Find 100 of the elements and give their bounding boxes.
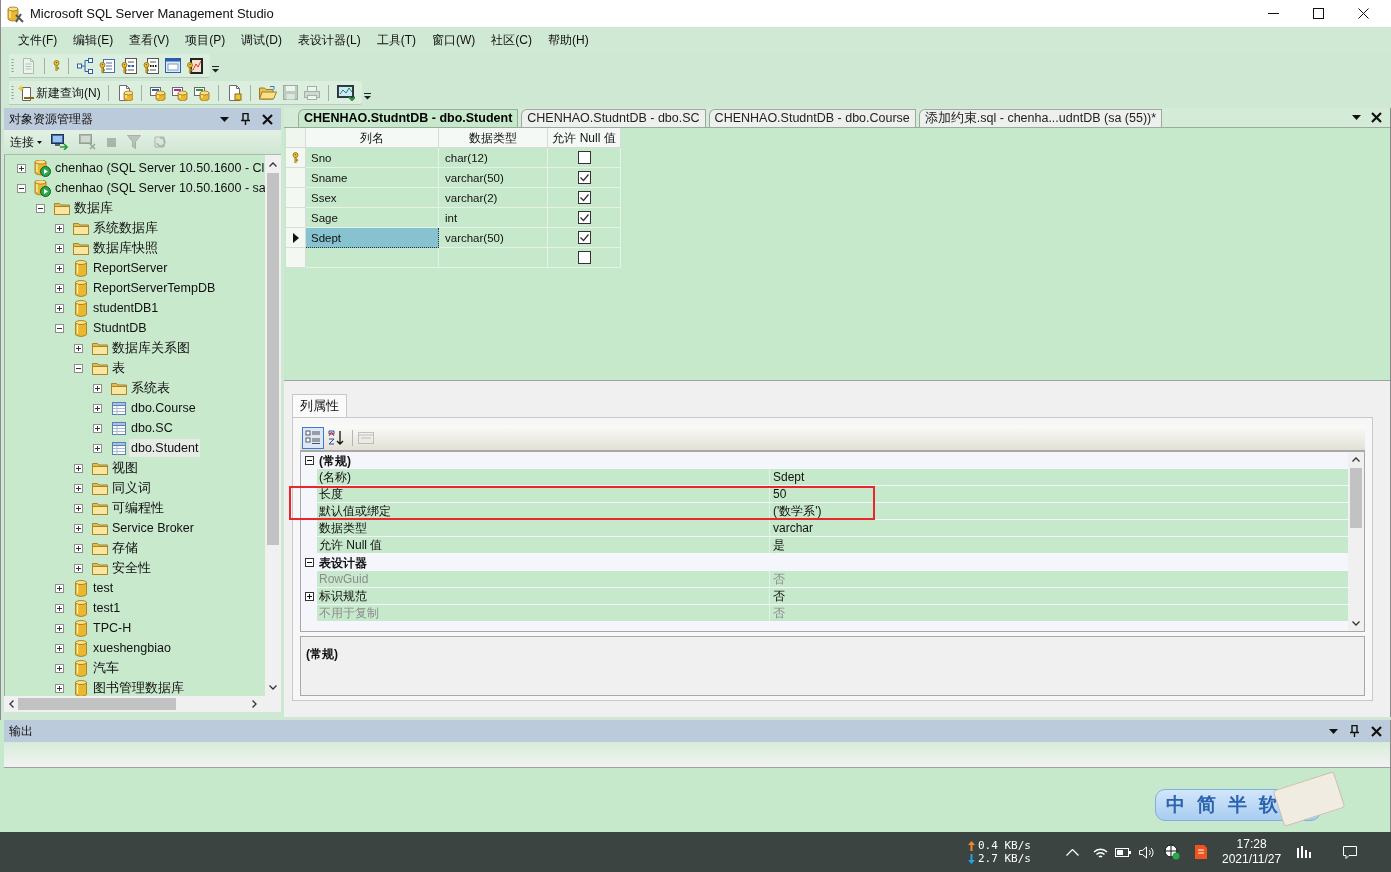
tree-item[interactable]: 视图 (110, 459, 140, 477)
key-document-icon[interactable] (121, 57, 137, 74)
tree-item[interactable]: 同义词 (110, 479, 153, 497)
tree-item[interactable]: 汽车 (91, 659, 121, 677)
chat-icon[interactable] (1343, 845, 1358, 859)
pin-icon[interactable] (1350, 725, 1359, 737)
ime-button[interactable]: 半 (1228, 790, 1247, 820)
ime-button[interactable]: 软 (1259, 790, 1278, 820)
document-tab[interactable]: 添加约束.sql - chenha...udntDB (sa (55))* (918, 109, 1163, 127)
expand-icon[interactable] (74, 563, 83, 573)
expand-icon[interactable] (55, 683, 64, 693)
tree-item[interactable]: 数据库 (72, 199, 115, 217)
tree-item[interactable]: 数据库关系图 (110, 339, 192, 357)
property-name[interactable]: 允许 Null 值 (317, 537, 770, 553)
tree-item[interactable]: TPC-H (91, 619, 134, 637)
tree-item[interactable]: 系统数据库 (91, 219, 160, 237)
menu-item[interactable]: 查看(V) (129, 31, 170, 49)
tree-item[interactable]: dbo.Student (129, 439, 201, 457)
expand-icon[interactable] (55, 223, 64, 233)
table-cell[interactable]: varchar(50) (439, 168, 548, 188)
checkbox[interactable] (577, 211, 591, 224)
document-database-icon[interactable] (171, 84, 188, 101)
expand-icon[interactable] (74, 503, 83, 513)
property-name[interactable]: (名称) (317, 469, 770, 485)
close-icon[interactable] (1371, 725, 1382, 737)
column-header[interactable]: 允许 Null 值 (548, 128, 621, 148)
checkbox[interactable] (577, 151, 591, 164)
property-value[interactable]: ('数学系') (770, 503, 1348, 519)
tree-item[interactable]: 安全性 (110, 559, 153, 577)
connected-boxes-icon[interactable] (77, 57, 93, 74)
menu-item[interactable]: 调试(D) (241, 31, 282, 49)
tree-item[interactable]: chenhao (SQL Server 10.50.1600 - Cl (53, 159, 265, 177)
collapse-icon[interactable] (74, 363, 83, 373)
key-icon[interactable] (53, 60, 60, 71)
collapse-icon[interactable] (55, 323, 64, 333)
tree-item[interactable]: test (91, 579, 116, 597)
table-cell[interactable]: Sdept (306, 228, 439, 248)
toolbar-overflow-icon[interactable] (363, 93, 371, 100)
vertical-scrollbar[interactable] (1348, 452, 1364, 631)
menu-item[interactable]: 帮助(H) (548, 31, 589, 49)
property-name[interactable]: 标识规范 (317, 588, 770, 604)
document-database-icon[interactable] (193, 84, 210, 101)
expand-icon[interactable] (93, 443, 102, 453)
collapse-icon[interactable] (304, 456, 314, 465)
sort-icon[interactable] (326, 427, 346, 448)
menu-item[interactable]: 社区(C) (491, 31, 532, 49)
tree-item[interactable]: ReportServerTempDB (91, 279, 218, 297)
property-name[interactable]: 默认值或绑定 (317, 503, 770, 519)
property-value[interactable]: varchar (770, 520, 1348, 536)
expand-icon[interactable] (55, 663, 64, 673)
column-header[interactable]: 列名 (306, 128, 439, 148)
column-header[interactable]: 数据类型 (439, 128, 548, 148)
categorized-icon[interactable] (303, 427, 323, 448)
checkbox[interactable] (577, 231, 591, 244)
monitor-arrow-icon[interactable] (51, 134, 68, 150)
scrollbar-thumb[interactable] (18, 698, 176, 710)
monitor-chart-icon[interactable] (336, 84, 355, 101)
key-chart-icon[interactable] (187, 57, 203, 74)
document-icon[interactable] (226, 84, 242, 101)
expand-icon[interactable] (74, 543, 83, 553)
expand-icon[interactable] (304, 592, 314, 601)
maximize-icon[interactable] (1313, 8, 1324, 19)
document-tab[interactable]: CHENHAO.StudntDB - dbo.Course (708, 109, 916, 127)
chevron-down-icon[interactable] (269, 685, 277, 690)
document-tab[interactable]: CHENHAO.StudntDB - dbo.SC (521, 109, 706, 127)
document-database-icon[interactable] (149, 84, 166, 101)
tree-item[interactable]: 系统表 (129, 379, 172, 397)
tree-item[interactable]: 图书管理数据库 (91, 679, 186, 696)
dropdown-icon[interactable] (220, 116, 229, 122)
open-folder-icon[interactable] (258, 85, 277, 100)
tree-item[interactable]: chenhao (SQL Server 10.50.1600 - sa (53, 179, 265, 197)
expand-icon[interactable] (93, 423, 102, 433)
scrollbar-thumb[interactable] (1350, 468, 1362, 528)
tree-item[interactable]: Service Broker (110, 519, 196, 537)
property-value[interactable]: 50 (770, 486, 1348, 502)
property-value[interactable]: Sdept (770, 469, 1348, 485)
key-code-icon[interactable] (143, 57, 159, 74)
menu-item[interactable]: 表设计器(L) (298, 31, 361, 49)
chevron-up-icon[interactable] (1352, 457, 1360, 462)
toolbar-overflow-icon[interactable] (212, 66, 219, 73)
dropdown-icon[interactable] (1352, 115, 1361, 120)
menu-item[interactable]: 文件(F) (18, 31, 58, 49)
bars-icon[interactable] (1297, 846, 1312, 858)
checkbox[interactable] (577, 171, 591, 184)
empty-cell[interactable] (439, 248, 548, 268)
expand-icon[interactable] (55, 623, 64, 633)
key-list-icon[interactable] (99, 57, 115, 74)
property-name[interactable]: 数据类型 (317, 520, 770, 536)
expand-icon[interactable] (55, 643, 64, 653)
dropdown-icon[interactable] (1329, 728, 1338, 734)
globe-badge-icon[interactable] (1164, 844, 1180, 860)
property-value[interactable]: 是 (770, 537, 1348, 553)
tree-item[interactable]: StudntDB (91, 319, 149, 337)
collapse-icon[interactable] (17, 183, 26, 193)
tree-item[interactable]: xueshengbiao (91, 639, 173, 657)
document-tab[interactable]: CHENHAO.StudntDB - dbo.Student (298, 109, 519, 127)
chevron-up-icon[interactable] (269, 162, 277, 167)
chevron-down-icon[interactable] (1352, 621, 1360, 626)
expand-icon[interactable] (74, 523, 83, 533)
table-cell[interactable]: int (439, 208, 548, 228)
